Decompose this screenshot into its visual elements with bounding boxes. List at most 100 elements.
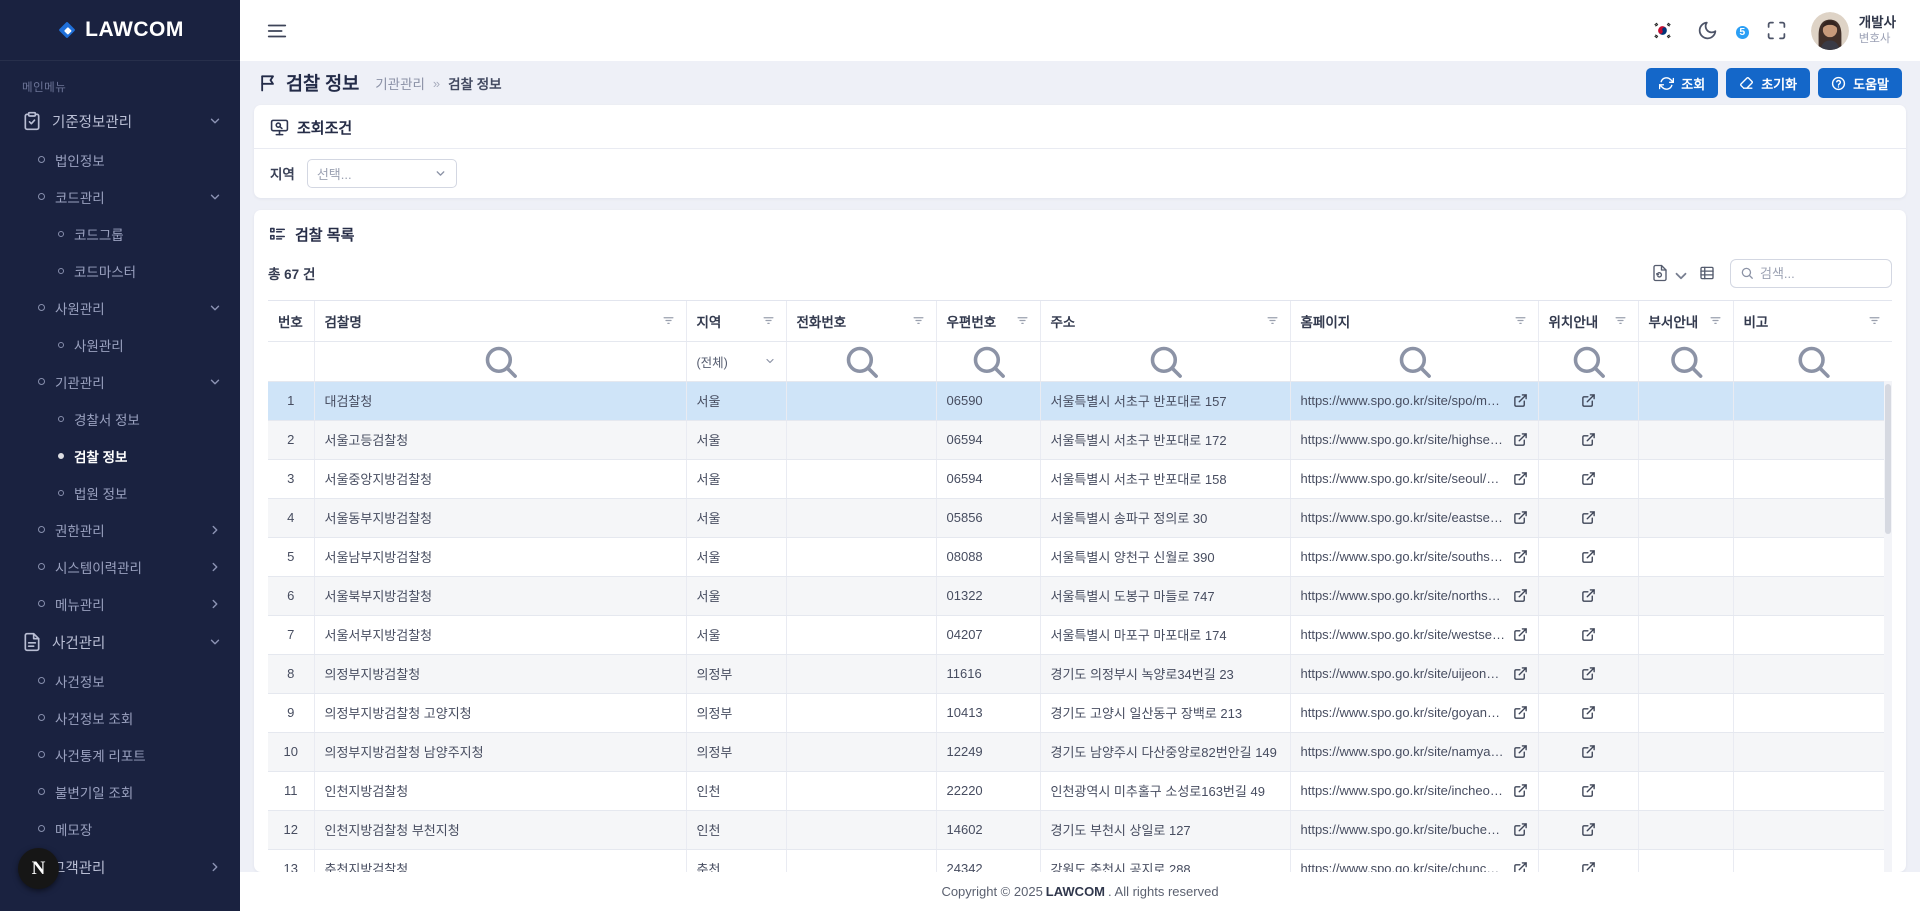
location-link-icon[interactable]	[1581, 627, 1596, 642]
external-link-icon[interactable]	[1513, 705, 1528, 720]
sidebar-item[interactable]: 메모장	[0, 810, 240, 847]
sidebar-item[interactable]: 메뉴관리	[0, 585, 240, 622]
location-link-icon[interactable]	[1581, 549, 1596, 564]
external-link-icon[interactable]	[1513, 588, 1528, 603]
table-row[interactable]: 9의정부지방검찰청 고양지청의정부10413경기도 고양시 일산동구 장백로 2…	[268, 693, 1892, 732]
external-link-icon[interactable]	[1513, 822, 1528, 837]
table-row[interactable]: 5서울남부지방검찰청서울08088서울특별시 양천구 신월로 390https:…	[268, 537, 1892, 576]
external-link-icon[interactable]	[1513, 783, 1528, 798]
table-search-input[interactable]	[1760, 266, 1882, 281]
vertical-scrollbar[interactable]	[1884, 381, 1892, 872]
external-link-icon[interactable]	[1513, 666, 1528, 681]
external-link-icon[interactable]	[1513, 744, 1528, 759]
column-filter[interactable]	[786, 341, 936, 381]
logo[interactable]: LAWCOM	[0, 0, 240, 61]
export-file-button[interactable]	[1651, 264, 1684, 282]
homepage-url[interactable]: https://www.spo.go.kr/site/namyang...	[1301, 744, 1506, 759]
sidebar-item[interactable]: 코드관리	[0, 178, 240, 215]
table-row[interactable]: 6서울북부지방검찰청서울01322서울특별시 도봉구 마들로 747https:…	[268, 576, 1892, 615]
column-filter[interactable]	[1638, 341, 1733, 381]
scrollbar-thumb[interactable]	[1885, 384, 1891, 534]
homepage-url[interactable]: https://www.spo.go.kr/site/incheon/...	[1301, 783, 1506, 798]
location-link-icon[interactable]	[1581, 393, 1596, 408]
homepage-url[interactable]: https://www.spo.go.kr/site/highseou...	[1301, 432, 1506, 447]
column-header[interactable]: 부서안내	[1638, 301, 1733, 341]
column-header[interactable]: 주소	[1040, 301, 1290, 341]
sidebar-item[interactable]: 사건정보 조회	[0, 699, 240, 736]
column-filter[interactable]: (전체)	[686, 341, 786, 381]
homepage-url[interactable]: https://www.spo.go.kr/site/northseo...	[1301, 588, 1506, 603]
sidebar-item[interactable]: 법인정보	[0, 141, 240, 178]
location-link-icon[interactable]	[1581, 471, 1596, 486]
homepage-url[interactable]: https://www.spo.go.kr/site/southseo...	[1301, 549, 1506, 564]
maximize-icon[interactable]	[1766, 20, 1787, 41]
external-link-icon[interactable]	[1513, 627, 1528, 642]
homepage-url[interactable]: https://www.spo.go.kr/site/goyang/...	[1301, 705, 1506, 720]
column-header[interactable]: 우편번호	[936, 301, 1040, 341]
homepage-url[interactable]: https://www.spo.go.kr/site/westseou...	[1301, 627, 1506, 642]
homepage-url[interactable]: https://www.spo.go.kr/site/spo/main...	[1301, 393, 1506, 408]
location-link-icon[interactable]	[1581, 588, 1596, 603]
action-button[interactable]: 초기화	[1726, 68, 1810, 98]
column-filter[interactable]	[1733, 341, 1892, 381]
location-link-icon[interactable]	[1581, 510, 1596, 525]
location-link-icon[interactable]	[1581, 861, 1596, 872]
column-header[interactable]: 홈페이지	[1290, 301, 1538, 341]
column-filter[interactable]	[314, 341, 686, 381]
sidebar-item[interactable]: 법원 정보	[0, 474, 240, 511]
sidebar-item[interactable]: 경찰서 정보	[0, 400, 240, 437]
sidebar-item[interactable]: 기관관리	[0, 363, 240, 400]
table-row[interactable]: 13춘천지방검찰청춘천24342강원도 춘천시 공지로 288https://w…	[268, 849, 1892, 872]
sidebar-item[interactable]: 검찰 정보	[0, 437, 240, 474]
table-row[interactable]: 10의정부지방검찰청 남양주지청의정부12249경기도 남양주시 다산중앙로82…	[268, 732, 1892, 771]
column-filter[interactable]	[1040, 341, 1290, 381]
sidebar-item[interactable]: 기준정보관리	[0, 101, 240, 141]
table-row[interactable]: 7서울서부지방검찰청서울04207서울특별시 마포구 마포대로 174https…	[268, 615, 1892, 654]
column-header[interactable]: 비고	[1733, 301, 1892, 341]
table-row[interactable]: 1대검찰청서울06590서울특별시 서초구 반포대로 157https://ww…	[268, 381, 1892, 420]
location-link-icon[interactable]	[1581, 705, 1596, 720]
columns-grid-button[interactable]	[1698, 264, 1716, 282]
homepage-url[interactable]: https://www.spo.go.kr/site/uijeongb...	[1301, 666, 1506, 681]
external-link-icon[interactable]	[1513, 432, 1528, 447]
column-header[interactable]: 전화번호	[786, 301, 936, 341]
location-link-icon[interactable]	[1581, 822, 1596, 837]
action-button[interactable]: 도움말	[1818, 68, 1902, 98]
sidebar-item[interactable]: 사건관리	[0, 622, 240, 662]
homepage-url[interactable]: https://www.spo.go.kr/site/seoul/ma...	[1301, 471, 1506, 486]
column-header[interactable]: 번호	[268, 301, 314, 341]
korea-flag-icon[interactable]	[1652, 20, 1673, 41]
floating-n-button[interactable]: N	[18, 848, 59, 889]
sidebar-item[interactable]: 불변기일 조회	[0, 773, 240, 810]
table-row[interactable]: 12인천지방검찰청 부천지청인천14602경기도 부천시 상일로 127http…	[268, 810, 1892, 849]
sidebar-item[interactable]: 사원관리	[0, 289, 240, 326]
hamburger-menu-icon[interactable]	[266, 20, 288, 42]
table-search[interactable]	[1730, 259, 1892, 288]
breadcrumb-parent[interactable]: 기관관리	[375, 73, 425, 93]
column-filter[interactable]	[1290, 341, 1538, 381]
table-row[interactable]: 11인천지방검찰청인천22220인천광역시 미추홀구 소성로163번길 49ht…	[268, 771, 1892, 810]
column-header[interactable]: 검찰명	[314, 301, 686, 341]
sidebar-item[interactable]: 사건정보	[0, 662, 240, 699]
homepage-url[interactable]: https://www.spo.go.kr/site/chunche...	[1301, 861, 1506, 872]
region-filter-select[interactable]: (전체)	[697, 352, 776, 371]
external-link-icon[interactable]	[1513, 471, 1528, 486]
sidebar-item[interactable]: 권한관리	[0, 511, 240, 548]
external-link-icon[interactable]	[1513, 861, 1528, 872]
location-link-icon[interactable]	[1581, 432, 1596, 447]
user-menu[interactable]: 개발사 변호사	[1811, 12, 1896, 50]
location-link-icon[interactable]	[1581, 744, 1596, 759]
action-button[interactable]: 조회	[1646, 68, 1718, 98]
column-header[interactable]: 지역	[686, 301, 786, 341]
region-select[interactable]: 선택...	[307, 159, 457, 188]
table-row[interactable]: 2서울고등검찰청서울06594서울특별시 서초구 반포대로 172https:/…	[268, 420, 1892, 459]
homepage-url[interactable]: https://www.spo.go.kr/site/bucheon/...	[1301, 822, 1506, 837]
table-row[interactable]: 8의정부지방검찰청의정부11616경기도 의정부시 녹양로34번길 23http…	[268, 654, 1892, 693]
table-row[interactable]: 3서울중앙지방검찰청서울06594서울특별시 서초구 반포대로 158https…	[268, 459, 1892, 498]
external-link-icon[interactable]	[1513, 393, 1528, 408]
homepage-url[interactable]: https://www.spo.go.kr/site/eastseoul...	[1301, 510, 1506, 525]
sidebar-item[interactable]: 사건통계 리포트	[0, 736, 240, 773]
location-link-icon[interactable]	[1581, 666, 1596, 681]
moon-icon[interactable]	[1697, 20, 1718, 41]
external-link-icon[interactable]	[1513, 510, 1528, 525]
